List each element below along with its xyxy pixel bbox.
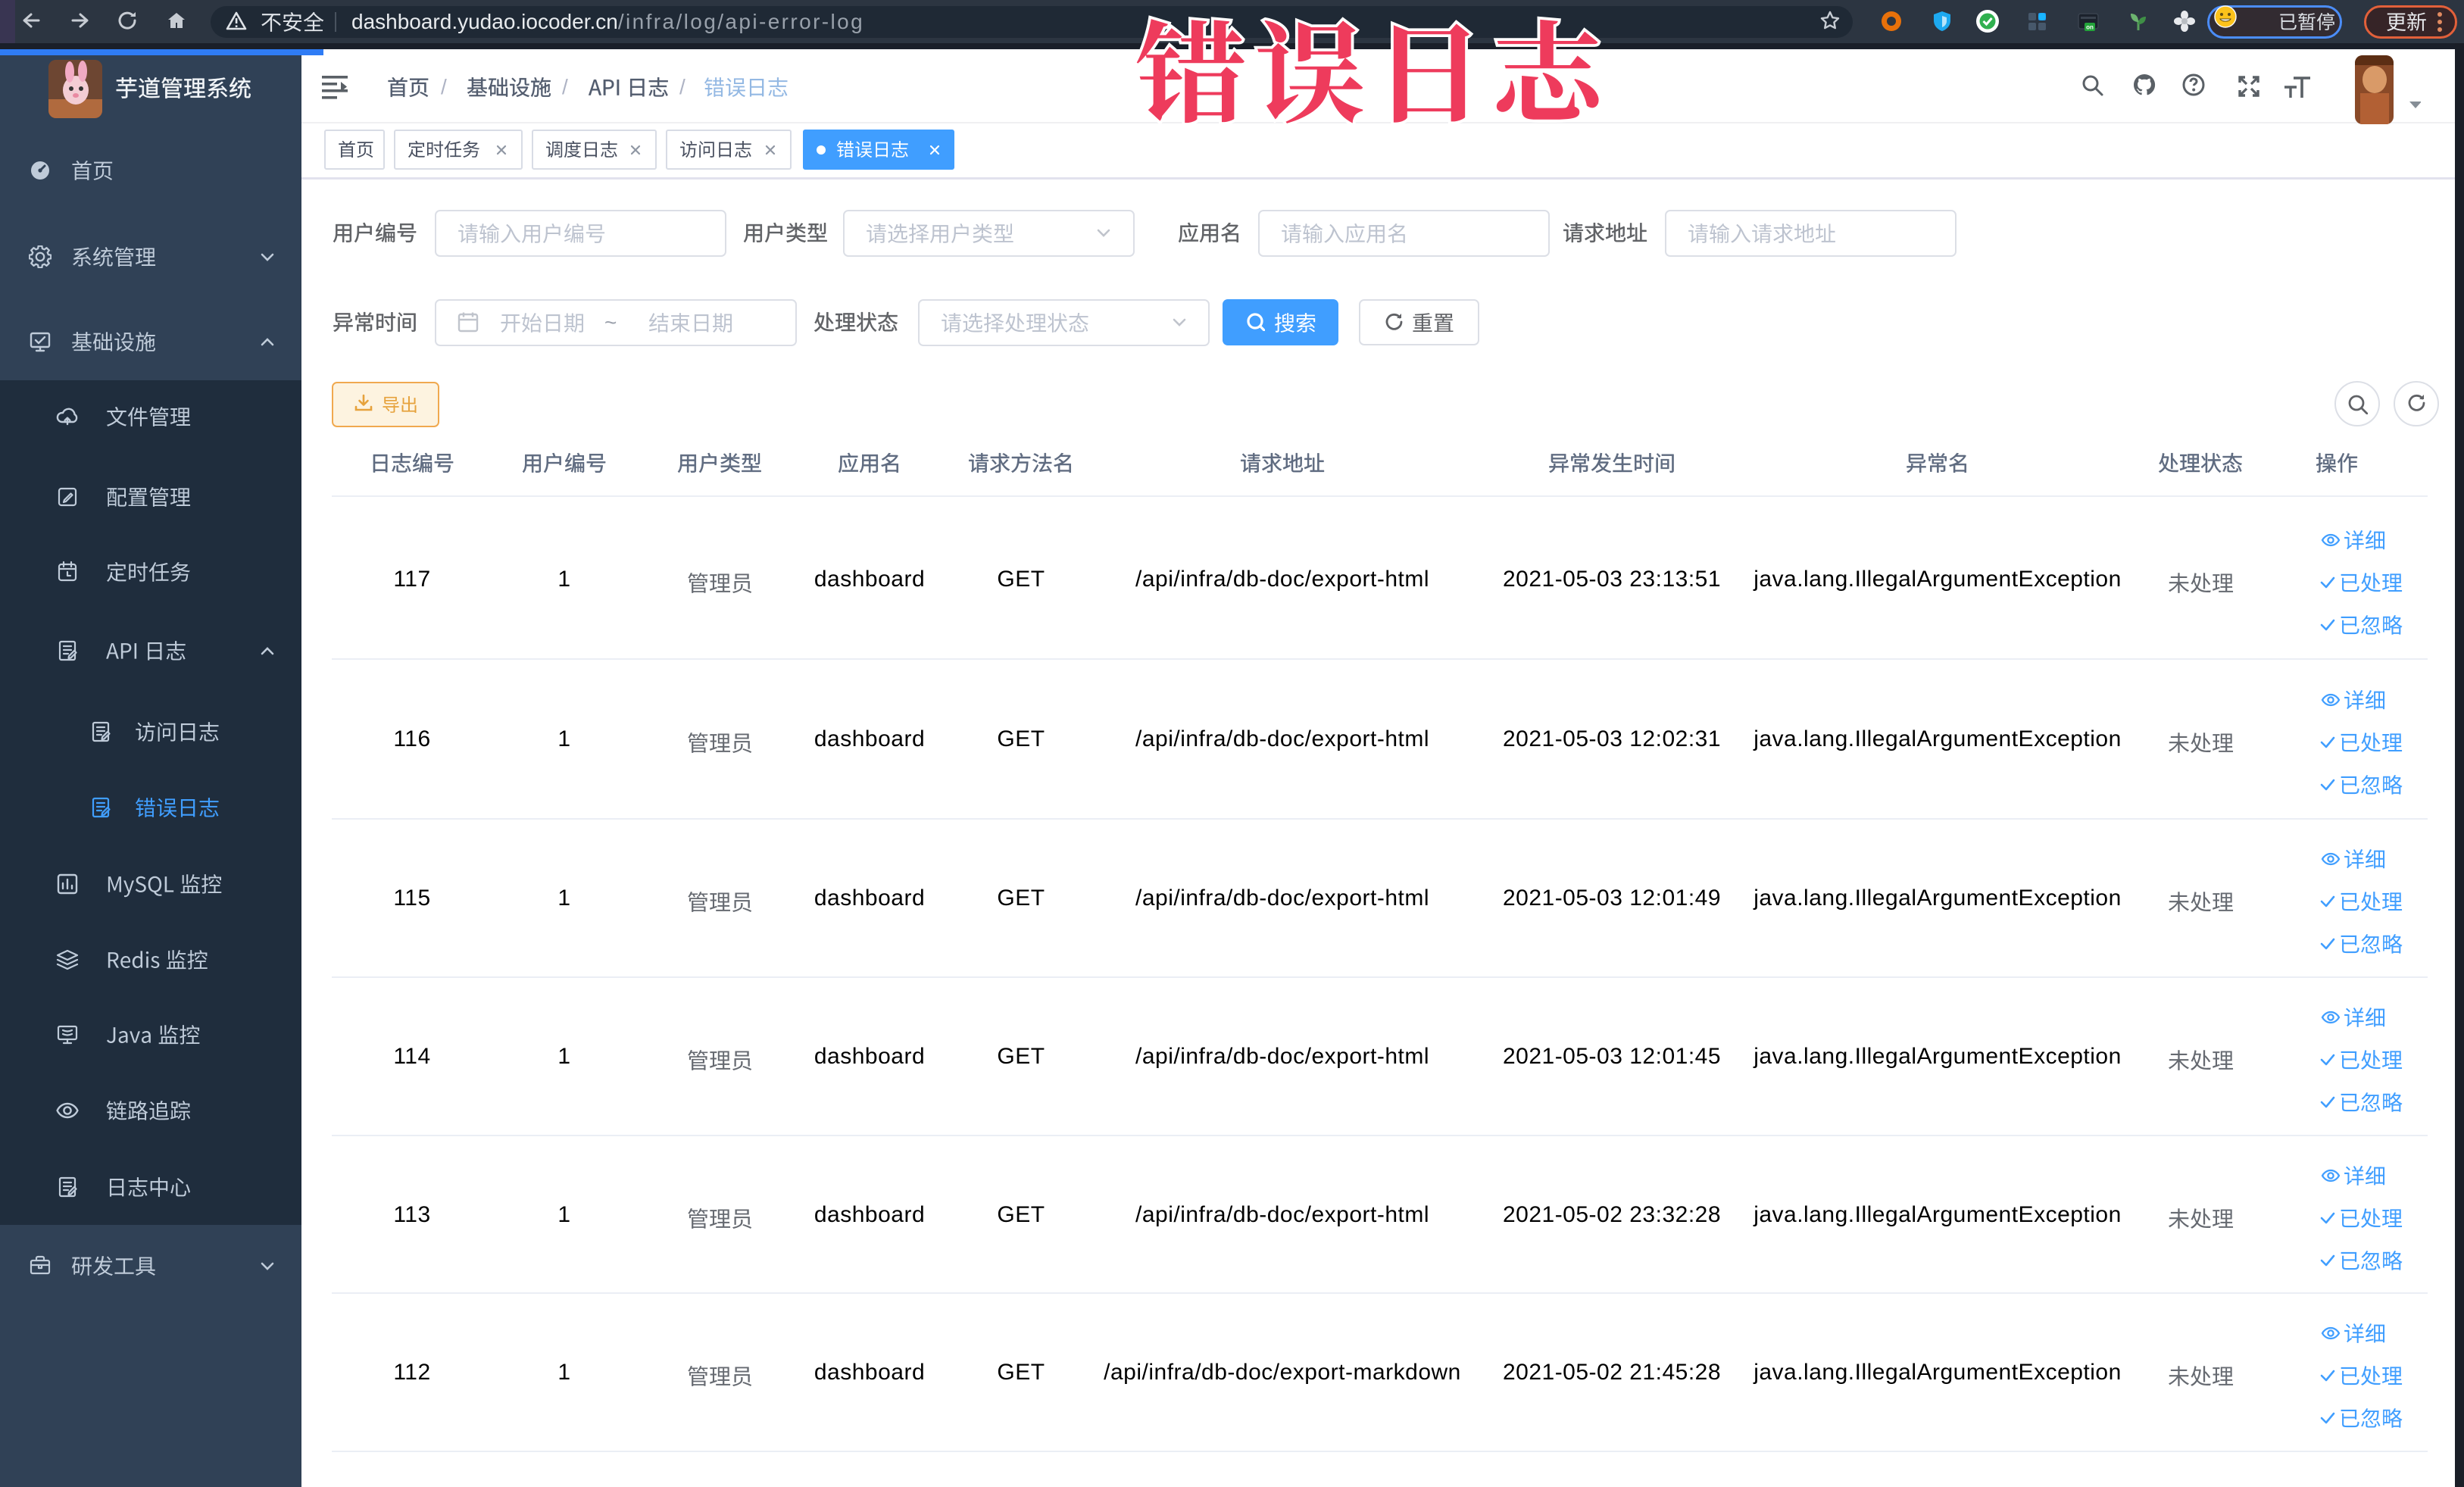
svg-text:on: on	[2086, 24, 2094, 31]
